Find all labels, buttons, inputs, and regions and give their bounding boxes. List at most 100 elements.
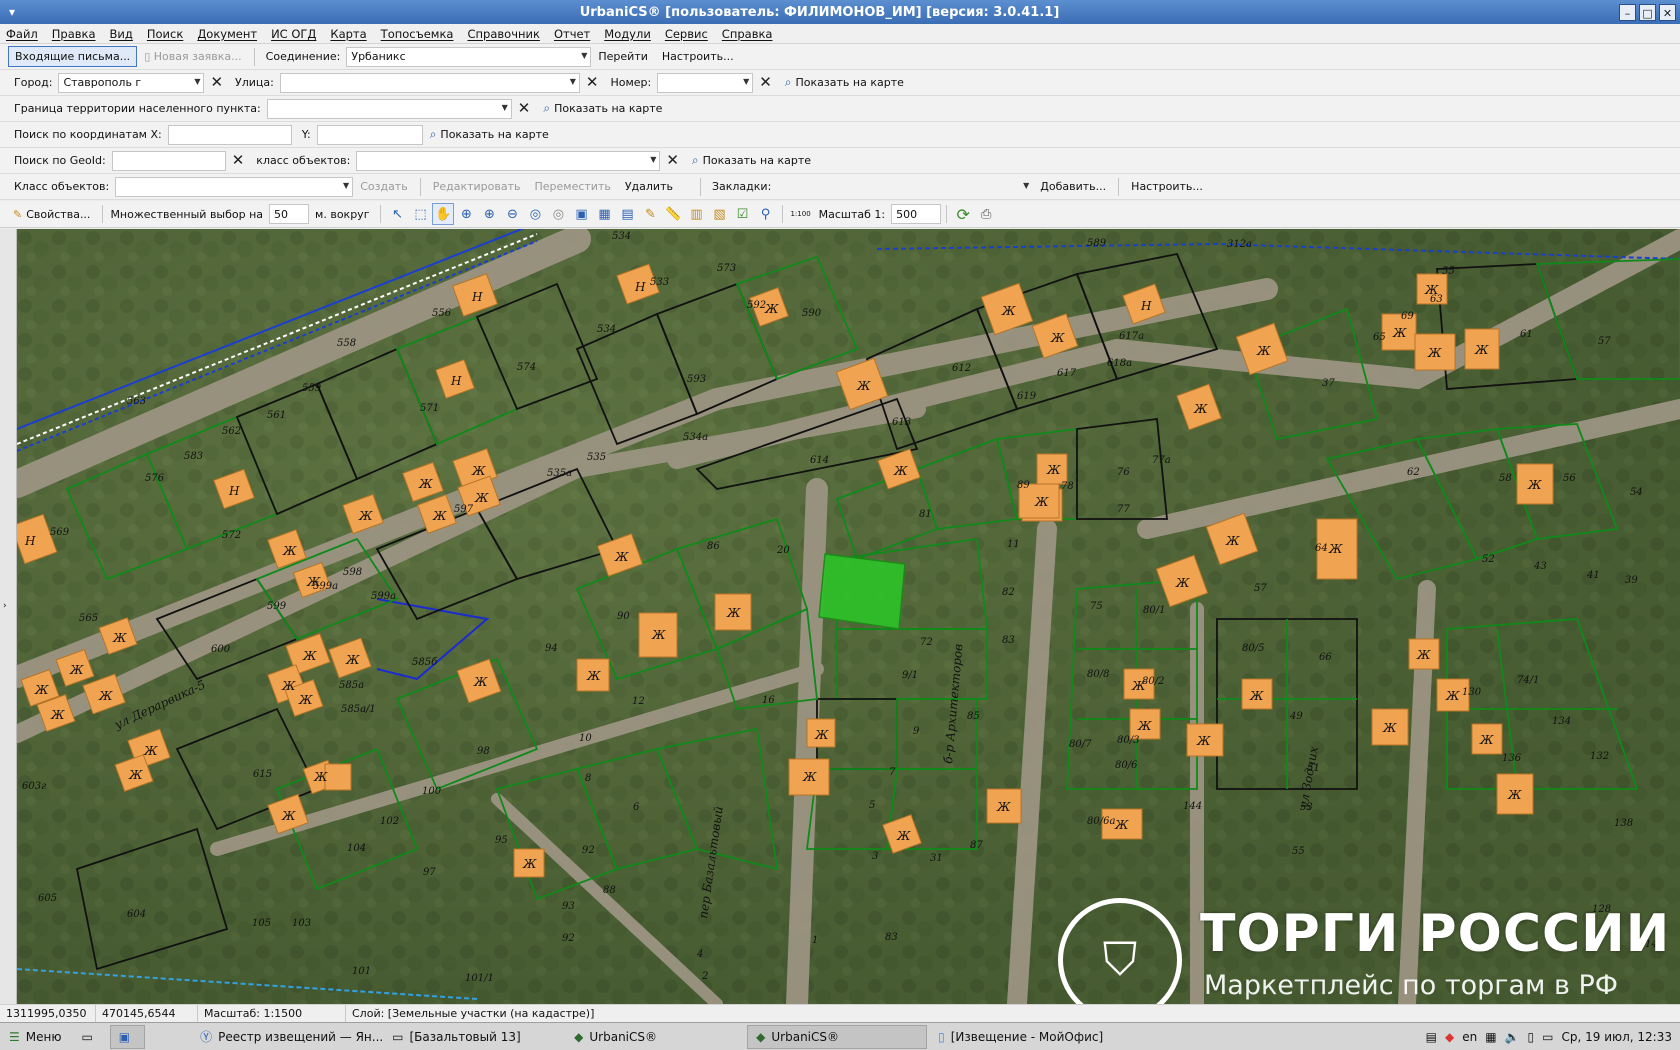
menu-help[interactable]: Справка — [722, 27, 773, 41]
task-folder[interactable]: ▭ [Базальтовый 13] — [383, 1025, 563, 1049]
map-canvas[interactable]: 589 312а 288 534 573 533 556 592 590 558… — [17, 229, 1680, 1004]
parcel-label: 80/8 — [1087, 669, 1109, 680]
show-desktop-button[interactable]: ▣ — [109, 1024, 146, 1049]
clear-street-icon[interactable]: ✕ — [586, 75, 599, 90]
task-browser[interactable]: Ⓨ Реестр извещений — Ян... — [191, 1025, 383, 1049]
maximize-button[interactable]: □ — [1639, 3, 1656, 21]
add-bookmark-button[interactable]: Добавить... — [1033, 176, 1113, 197]
monitor-icon[interactable]: ▭ — [1542, 1030, 1553, 1044]
display-icon[interactable]: ▦ — [1485, 1030, 1496, 1044]
show-on-map-button[interactable]: ⌕ Показать на карте — [778, 71, 911, 94]
binoculars-icon[interactable]: ⚲ — [754, 203, 776, 225]
pan-hand-icon[interactable]: ✋ — [432, 203, 455, 225]
task-urbanics-2[interactable]: ◆ UrbaniCS® — [747, 1024, 928, 1049]
class-objects-select[interactable]: ▼ — [356, 150, 661, 171]
incoming-letters-button[interactable]: Входящие письма... — [8, 46, 138, 67]
clear-class-icon[interactable]: ✕ — [666, 153, 679, 168]
check-icon[interactable]: ☑ — [731, 203, 753, 225]
minimize-button[interactable]: – — [1619, 3, 1636, 21]
refresh-icon[interactable]: ⟳ — [952, 203, 974, 225]
volume-icon[interactable]: 🔈 — [1505, 1030, 1520, 1044]
number-select[interactable]: ▼ — [657, 72, 754, 93]
start-menu-button[interactable]: ☰ Меню — [0, 1025, 70, 1049]
select-rect-icon[interactable]: ⬚ — [409, 203, 431, 225]
menu-reference[interactable]: Справочник — [467, 27, 539, 41]
menu-document[interactable]: Документ — [197, 27, 257, 41]
house-marker: Ж — [1445, 689, 1460, 703]
parcel-label: 92 — [562, 933, 575, 944]
menu-service[interactable]: Сервис — [665, 27, 708, 41]
new-request-button[interactable]: ▯ Новая заявка... — [137, 46, 248, 67]
area-icon[interactable]: ▥ — [685, 203, 707, 225]
menu-edit[interactable]: Правка — [52, 27, 96, 41]
menu-search[interactable]: Поиск — [147, 27, 183, 41]
zoom-out-icon[interactable]: ⊖ — [501, 203, 523, 225]
left-panel-collapsed[interactable]: › — [0, 229, 17, 1004]
parcel-label: 103 — [292, 918, 311, 929]
menu-map[interactable]: Карта — [330, 27, 366, 41]
properties-button[interactable]: ✎ Свойства... — [6, 204, 97, 225]
pointer-icon[interactable]: ↖ — [386, 203, 408, 225]
edit-button[interactable]: Редактировать — [426, 176, 528, 197]
city-select[interactable]: Ставрополь г ▼ — [58, 72, 205, 93]
bookmarks-select[interactable]: ▼ — [777, 177, 1033, 197]
coord-y-input[interactable] — [316, 124, 423, 145]
zoom-region-icon[interactable]: ⊕ — [455, 203, 477, 225]
class-objects-main-select[interactable]: ▼ — [115, 176, 354, 197]
menu-is-ogd[interactable]: ИС ОГД — [271, 27, 316, 41]
task-myoffice[interactable]: ▯ [Извещение - МойОфис] — [929, 1025, 1139, 1049]
scale-input[interactable]: 500 — [891, 204, 942, 224]
clock[interactable]: Ср, 19 июл, 12:33 — [1562, 1030, 1673, 1044]
chevron-down-icon: ▼ — [743, 76, 750, 86]
files-launcher[interactable]: ▭ — [72, 1025, 107, 1049]
expand-arrow-icon[interactable]: › — [3, 601, 7, 611]
zoom-layer-icon[interactable]: ▦ — [593, 203, 615, 225]
radius-input[interactable]: 50 — [269, 204, 310, 224]
configure-button[interactable]: Настроить... — [655, 46, 741, 67]
show-on-map-button[interactable]: ⌕ Показать на карте — [536, 97, 669, 120]
street-select[interactable]: ▼ — [279, 72, 580, 93]
border-select[interactable]: ▼ — [266, 98, 512, 119]
measure-icon[interactable]: 📏 — [662, 203, 684, 225]
show-on-map-button[interactable]: ⌕ Показать на карте — [423, 123, 556, 146]
layers-icon[interactable]: ▧ — [708, 203, 730, 225]
separator — [102, 205, 104, 223]
antivirus-icon[interactable]: ◆ — [1445, 1030, 1454, 1044]
zoom-prev-icon[interactable]: ◎ — [524, 203, 546, 225]
parcel-label: 617а — [1119, 331, 1144, 342]
network-icon[interactable]: ▤ — [1426, 1030, 1437, 1044]
status-x: 1311995,0350 — [0, 1005, 96, 1022]
menu-file[interactable]: Файл — [6, 27, 38, 41]
parcel-label: 9/1 — [902, 670, 918, 681]
show-on-map-button[interactable]: ⌕ Показать на карте — [685, 149, 818, 172]
zoom-next-icon[interactable]: ◎ — [547, 203, 569, 225]
menu-report[interactable]: Отчет — [554, 27, 590, 41]
full-extent-icon[interactable]: ▣ — [570, 203, 592, 225]
go-button[interactable]: Перейти — [591, 46, 655, 67]
clear-number-icon[interactable]: ✕ — [759, 75, 772, 90]
configure-bookmarks-button[interactable]: Настроить... — [1124, 176, 1210, 197]
keyboard-layout[interactable]: en — [1462, 1030, 1477, 1044]
selected-parcel[interactable] — [818, 553, 906, 630]
delete-button[interactable]: Удалить — [618, 176, 680, 197]
task-urbanics-1[interactable]: ◆ UrbaniCS® — [565, 1025, 745, 1049]
close-button[interactable]: ✕ — [1659, 3, 1676, 21]
menu-view[interactable]: Вид — [110, 27, 133, 41]
menu-modules[interactable]: Модули — [604, 27, 651, 41]
edit-feature-icon[interactable]: ✎ — [639, 203, 661, 225]
clear-border-icon[interactable]: ✕ — [518, 101, 531, 116]
clear-geoid-icon[interactable]: ✕ — [232, 153, 245, 168]
geoid-input[interactable] — [111, 150, 226, 171]
clipboard-icon[interactable]: ▯ — [1528, 1030, 1535, 1044]
coord-x-input[interactable] — [167, 124, 292, 145]
move-button[interactable]: Переместить — [527, 176, 617, 197]
print-icon[interactable]: ⎙ — [975, 203, 997, 225]
connection-select[interactable]: Урбаникс ▼ — [346, 46, 592, 67]
parcel-label: 1 — [812, 935, 818, 946]
create-button[interactable]: Создать — [353, 176, 415, 197]
parcel-label: 93 — [562, 901, 575, 912]
zoom-in-icon[interactable]: ⊕ — [478, 203, 500, 225]
table-icon[interactable]: ▤ — [616, 203, 638, 225]
clear-city-icon[interactable]: ✕ — [210, 75, 223, 90]
menu-topo[interactable]: Топосъемка — [381, 27, 454, 41]
